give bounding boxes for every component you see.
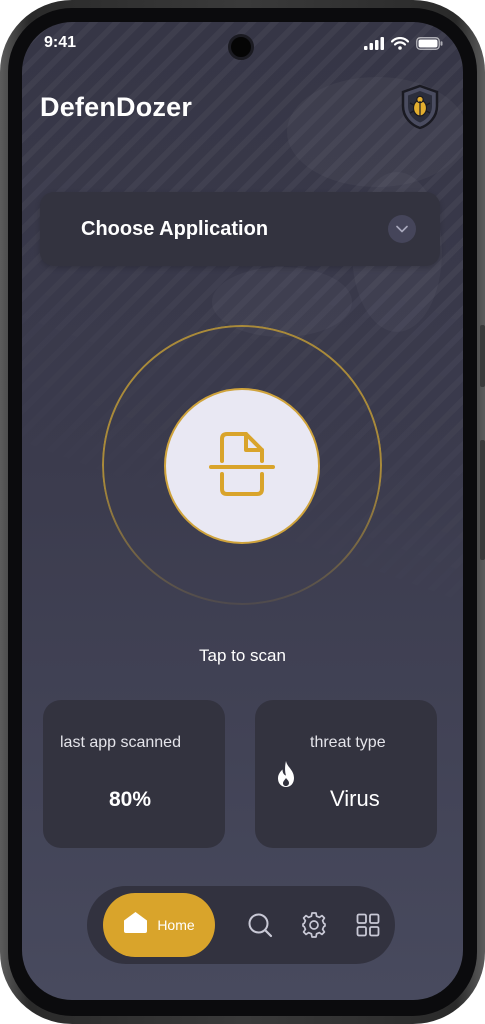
nav-home-label: Home xyxy=(157,917,195,933)
threat-type-label: threat type xyxy=(310,734,386,751)
home-icon xyxy=(123,911,148,939)
tap-to-scan-label: Tap to scan xyxy=(199,646,286,665)
screen: 9:41 DefenDozer Choose Application Tap t… xyxy=(22,22,463,1000)
wifi-icon xyxy=(390,37,410,55)
document-scan-icon xyxy=(208,430,276,503)
battery-icon xyxy=(416,37,443,55)
side-button-lower xyxy=(480,440,485,560)
status-icons xyxy=(364,37,443,55)
app-title: DefenDozer xyxy=(40,92,193,122)
nav-home-button[interactable]: Home xyxy=(103,893,215,957)
side-button-upper xyxy=(480,325,485,387)
gear-icon[interactable] xyxy=(301,912,327,938)
front-camera xyxy=(228,34,254,60)
flame-icon xyxy=(274,760,298,793)
chevron-down-icon[interactable] xyxy=(388,215,416,243)
threat-type-card[interactable]: threat type Virus xyxy=(255,700,437,848)
choose-application-dropdown[interactable]: Choose Application xyxy=(40,192,440,266)
status-time: 9:41 xyxy=(44,34,77,51)
last-scanned-value: 80% xyxy=(109,788,152,811)
last-scanned-label: last app scanned xyxy=(60,734,181,751)
status-bar: 9:41 xyxy=(22,22,463,66)
last-scanned-card[interactable]: last app scanned 80% xyxy=(43,700,225,848)
search-icon[interactable] xyxy=(247,912,273,938)
shield-bug-icon[interactable] xyxy=(400,84,440,130)
grid-icon[interactable] xyxy=(355,912,381,938)
bottom-nav: Home xyxy=(87,886,395,964)
choose-application-label: Choose Application xyxy=(81,218,269,240)
scan-button[interactable] xyxy=(164,388,320,544)
signal-icon xyxy=(364,37,384,55)
threat-type-value: Virus xyxy=(330,786,380,811)
